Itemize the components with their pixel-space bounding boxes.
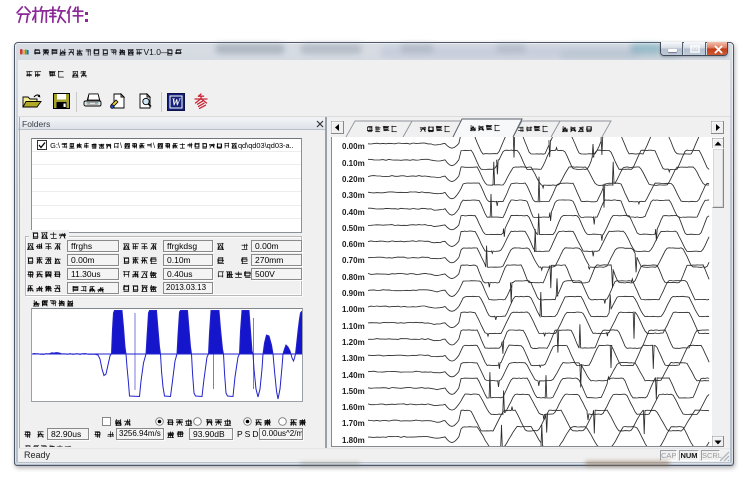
svg-text:\: \ bbox=[120, 141, 123, 150]
svg-text:W: W bbox=[172, 98, 182, 109]
svg-text:G:\: G:\ bbox=[50, 141, 61, 150]
svg-text:\: \ bbox=[153, 141, 156, 150]
svg-text:qd\qd03\qd03-a...: qd\qd03\qd03-a... bbox=[238, 141, 293, 150]
svg-text:V1.0—: V1.0— bbox=[144, 47, 170, 57]
